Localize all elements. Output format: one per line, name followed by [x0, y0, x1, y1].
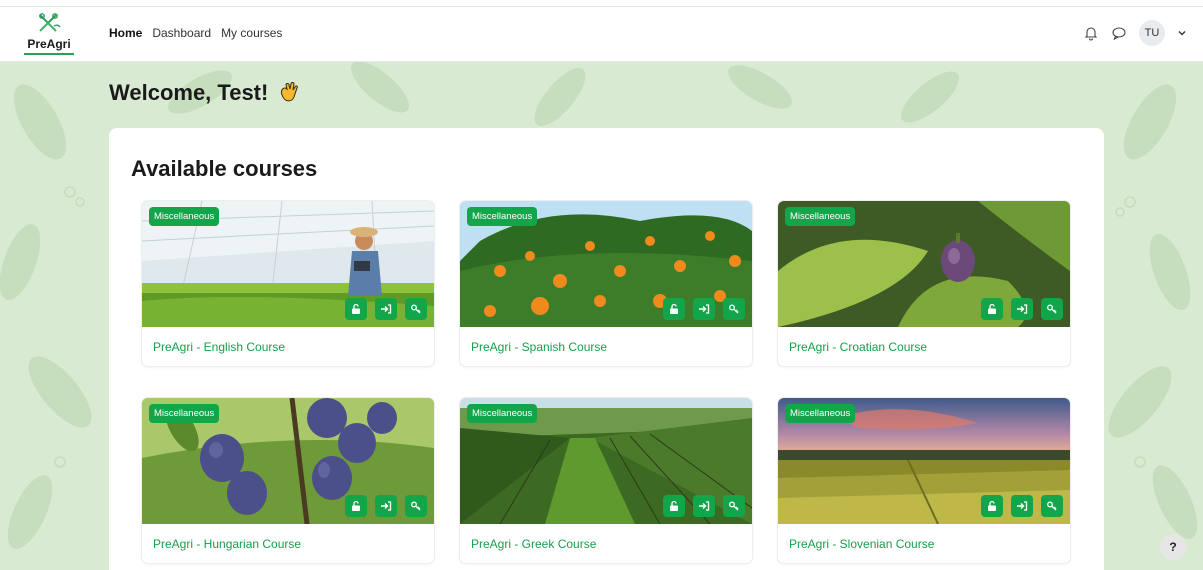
category-badge: Miscellaneous: [149, 404, 220, 423]
user-nav: TU: [1083, 20, 1187, 46]
chevron-down-icon[interactable]: [1177, 28, 1187, 38]
wave-icon: [281, 82, 299, 102]
enrol-button[interactable]: [1011, 298, 1033, 320]
key-button[interactable]: [1041, 298, 1063, 320]
key-button[interactable]: [405, 495, 427, 517]
key-button[interactable]: [723, 495, 745, 517]
key-icon: [1047, 501, 1057, 511]
course-title-link[interactable]: PreAgri - Croatian Course: [789, 340, 927, 354]
course-card-english[interactable]: Miscellaneous PreAgri - English Course: [142, 201, 434, 366]
enrol-icon: [1017, 304, 1028, 314]
help-button[interactable]: ?: [1160, 534, 1186, 560]
user-avatar[interactable]: TU: [1139, 20, 1165, 46]
key-button[interactable]: [405, 298, 427, 320]
bell-icon[interactable]: [1083, 25, 1099, 41]
nav-dashboard[interactable]: Dashboard: [152, 26, 211, 40]
category-badge: Miscellaneous: [467, 404, 538, 423]
course-card-spanish[interactable]: Miscellaneous PreAgri - Spanish Course: [460, 201, 752, 366]
category-badge: Miscellaneous: [785, 404, 856, 423]
available-courses-heading: Available courses: [131, 156, 318, 181]
key-icon: [729, 304, 739, 314]
enrol-icon: [1017, 501, 1028, 511]
logo-mark-icon: [39, 13, 61, 32]
unlock-button[interactable]: [345, 298, 367, 320]
brand-underline: [24, 53, 74, 55]
enrol-icon: [381, 304, 392, 314]
top-border: [0, 0, 1203, 7]
key-icon: [411, 501, 421, 511]
course-title-link[interactable]: PreAgri - Greek Course: [471, 537, 596, 551]
course-title-link[interactable]: PreAgri - English Course: [153, 340, 285, 354]
unlock-icon: [352, 303, 360, 314]
welcome-text: Welcome, Test!: [109, 80, 269, 105]
unlock-button[interactable]: [981, 495, 1003, 517]
key-icon: [1047, 304, 1057, 314]
course-card-greek[interactable]: Miscellaneous PreAgri - Greek Course: [460, 398, 752, 563]
enrol-button[interactable]: [375, 495, 397, 517]
enrol-icon: [699, 304, 710, 314]
enrol-icon: [381, 501, 392, 511]
enrol-button[interactable]: [375, 298, 397, 320]
key-icon: [411, 304, 421, 314]
course-title-link[interactable]: PreAgri - Spanish Course: [471, 340, 607, 354]
unlock-button[interactable]: [663, 495, 685, 517]
category-badge: Miscellaneous: [149, 207, 220, 226]
chat-icon[interactable]: [1111, 25, 1127, 41]
key-button[interactable]: [723, 298, 745, 320]
key-icon: [729, 501, 739, 511]
enrol-button[interactable]: [1011, 495, 1033, 517]
welcome-heading: Welcome, Test!: [109, 80, 302, 106]
nav-my-courses[interactable]: My courses: [221, 26, 282, 40]
unlock-icon: [988, 303, 996, 314]
unlock-icon: [988, 500, 996, 511]
course-card-croatian[interactable]: Miscellaneous PreAgri - Croatian Course: [778, 201, 1070, 366]
unlock-button[interactable]: [663, 298, 685, 320]
course-card-hungarian[interactable]: Miscellaneous PreAgri - Hungarian Course: [142, 398, 434, 563]
courses-panel: Available courses Miscellaneous PreAgri …: [109, 128, 1104, 570]
nav-home[interactable]: Home: [109, 26, 142, 40]
unlock-button[interactable]: [345, 495, 367, 517]
key-button[interactable]: [1041, 495, 1063, 517]
primary-nav: Home Dashboard My courses: [109, 26, 282, 40]
enrol-button[interactable]: [693, 298, 715, 320]
unlock-icon: [352, 500, 360, 511]
navbar: PreAgri Home Dashboard My courses TU: [0, 7, 1203, 62]
unlock-button[interactable]: [981, 298, 1003, 320]
brand-name: PreAgri: [27, 37, 71, 51]
unlock-icon: [670, 500, 678, 511]
category-badge: Miscellaneous: [467, 207, 538, 226]
course-title-link[interactable]: PreAgri - Hungarian Course: [153, 537, 301, 551]
brand-logo[interactable]: PreAgri: [20, 12, 78, 56]
unlock-icon: [670, 303, 678, 314]
enrol-button[interactable]: [693, 495, 715, 517]
enrol-icon: [699, 501, 710, 511]
category-badge: Miscellaneous: [785, 207, 856, 226]
course-card-slovenian[interactable]: Miscellaneous PreAgri - Slovenian Course: [778, 398, 1070, 563]
course-title-link[interactable]: PreAgri - Slovenian Course: [789, 537, 934, 551]
